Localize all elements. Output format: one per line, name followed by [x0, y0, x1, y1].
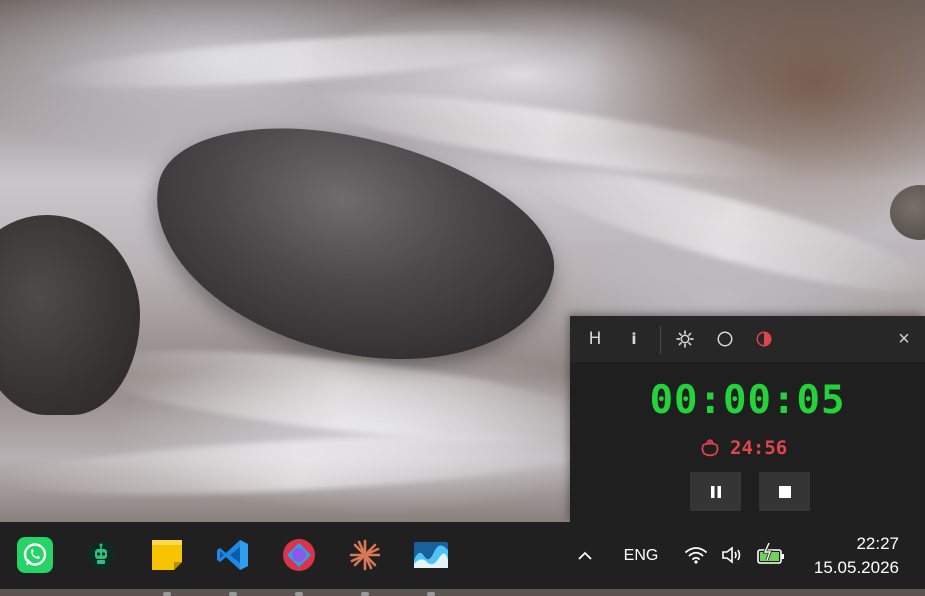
contrast-half-icon	[756, 331, 772, 347]
history-label: H	[588, 329, 602, 349]
settings-gear-icon	[676, 330, 694, 348]
toolbar-divider	[660, 326, 661, 354]
quick-settings-button[interactable]	[684, 541, 784, 569]
taskbar-app-browser[interactable]	[279, 535, 319, 596]
taskbar-app-robot[interactable]	[81, 535, 121, 575]
countdown-time: 24:56	[730, 437, 788, 459]
whatsapp-icon	[17, 537, 53, 573]
taskbar-app-sticky-notes[interactable]	[147, 535, 187, 596]
info-button[interactable]: i	[622, 327, 646, 351]
running-indicator	[361, 592, 369, 596]
volume-icon	[722, 546, 741, 564]
close-button[interactable]: ×	[892, 327, 916, 351]
theme-button[interactable]	[752, 327, 776, 351]
vscode-icon	[217, 540, 248, 570]
running-indicator	[295, 592, 303, 596]
mode-button[interactable]	[713, 327, 737, 351]
pause-button[interactable]	[690, 472, 741, 511]
browser-icon	[283, 539, 315, 571]
clock-date[interactable]: 15.05.2026	[814, 558, 899, 578]
pause-icon	[710, 485, 721, 498]
sticky-notes-icon	[152, 540, 182, 570]
wifi-icon	[685, 547, 707, 564]
stop-icon	[778, 485, 791, 498]
running-indicator	[163, 592, 171, 596]
rock-left	[0, 215, 140, 415]
history-button[interactable]: H	[583, 327, 607, 351]
elapsed-time: 00:00:05	[649, 378, 846, 423]
timer-toolbar: H i ×	[570, 316, 925, 362]
stop-button[interactable]	[759, 472, 810, 511]
taskbar: ENG 22:27 15.05.2026	[0, 522, 925, 596]
settings-button[interactable]	[673, 327, 697, 351]
language-label: ENG	[623, 547, 659, 564]
running-indicator	[427, 592, 435, 596]
wave-chart-icon	[414, 542, 448, 568]
running-indicator	[229, 592, 237, 596]
show-hidden-icons-button[interactable]	[572, 543, 598, 569]
tomato-icon	[701, 439, 719, 457]
taskbar-app-monitor[interactable]	[411, 535, 451, 596]
clock-time[interactable]: 22:27	[856, 534, 899, 554]
water-streak	[39, 21, 561, 99]
timer-widget: H i × 00:00:05 24:56	[570, 316, 925, 522]
chevron-up-icon	[578, 551, 592, 560]
battery-charging-icon	[757, 543, 784, 564]
language-indicator[interactable]: ENG	[616, 546, 666, 566]
sunburst-icon	[349, 539, 381, 571]
water-streak	[0, 424, 601, 506]
info-label: i	[631, 330, 637, 348]
taskbar-app-claude[interactable]	[345, 535, 385, 596]
circle-outline-icon	[717, 331, 733, 347]
taskbar-app-vscode[interactable]	[213, 535, 253, 596]
taskbar-app-whatsapp[interactable]	[15, 535, 55, 575]
pomodoro-countdown: 24:56	[700, 437, 787, 459]
robot-icon	[87, 541, 115, 569]
close-icon: ×	[898, 327, 910, 350]
